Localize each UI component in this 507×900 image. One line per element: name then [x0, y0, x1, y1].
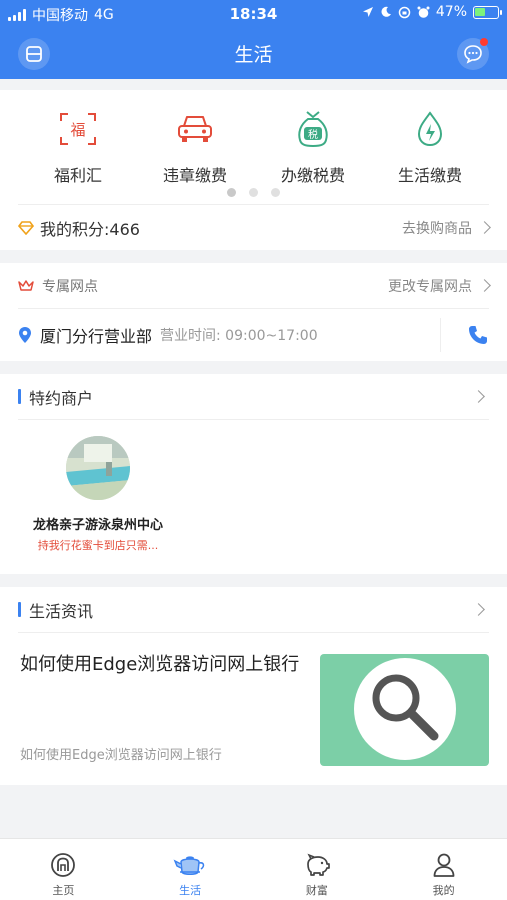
section-accent [18, 602, 21, 617]
tab-label: 财富 [305, 884, 328, 897]
quick-action-label: 办缴税费 [280, 166, 345, 185]
quick-action-label: 违章缴费 [162, 166, 227, 185]
points-row[interactable]: 我的积分:466 去换购商品 [18, 204, 491, 250]
tab-bar: 主页 生活 财富 我的 [0, 838, 507, 900]
news-headline[interactable]: 如何使用Edge浏览器访问网上银行 [20, 651, 300, 679]
merchant-name: 龙格亲子游泳泉州中心 [32, 518, 163, 533]
nav-bar: 生活 [0, 28, 507, 79]
car-icon [178, 116, 212, 142]
piggy-bank-icon [307, 853, 330, 876]
branch-section-title: 专属网点 [42, 278, 98, 295]
quick-action-tax[interactable]: 税 办缴税费 [258, 104, 368, 186]
quick-action-fulihui[interactable]: 福 福利汇 [23, 104, 133, 186]
chevron-right-icon [472, 603, 485, 616]
branch-info-row[interactable]: 厦门分行营业部 营业时间: 09:00~17:00 [18, 310, 489, 360]
page-dot [249, 188, 258, 197]
divider [440, 318, 441, 352]
svg-text:税: 税 [308, 128, 318, 141]
merchants-header[interactable]: 特约商户 [18, 374, 489, 420]
news-card: 生活资讯 如何使用Edge浏览器访问网上银行 如何使用Edge浏览器访问网上银行 [0, 587, 507, 785]
chevron-right-icon [472, 390, 485, 403]
merchant-item[interactable]: 龙格亲子游泳泉州中心 持我行花蜜卡到店只需... [18, 436, 178, 553]
unread-badge [480, 38, 488, 46]
home-icon [51, 853, 76, 877]
crown-icon [18, 280, 34, 291]
teapot-icon [173, 856, 205, 875]
svg-text:福: 福 [70, 121, 85, 139]
quick-action-utilities[interactable]: 生活缴费 [375, 104, 485, 186]
merchant-desc: 持我行花蜜卡到店只需... [37, 539, 159, 552]
branch-hours: 营业时间: 09:00~17:00 [160, 328, 318, 344]
chevron-right-icon [478, 221, 491, 234]
quick-actions-card: 福 福利汇 违章缴费 税 办缴税费 生活缴费 我的积分:466 去换购商品 [0, 90, 507, 250]
page-dot [271, 188, 280, 197]
rotation-lock-icon [398, 6, 411, 18]
diamond-icon [18, 220, 34, 235]
branch-header: 专属网点 更改专属网点 [18, 263, 491, 309]
tab-mine[interactable]: 我的 [380, 839, 507, 900]
branch-card: 专属网点 更改专属网点 厦门分行营业部 营业时间: 09:00~17:00 [0, 263, 507, 361]
phone-icon[interactable] [467, 324, 489, 346]
moon-icon [381, 6, 391, 17]
battery-icon [473, 5, 502, 19]
status-bar: 中国移动 4G 18:34 47% [0, 0, 507, 28]
news-desc: 如何使用Edge浏览器访问网上银行 [20, 748, 222, 763]
chat-bubble-icon [464, 45, 482, 64]
tab-home[interactable]: 主页 [0, 839, 127, 900]
change-branch-link[interactable]: 更改专属网点 [388, 276, 472, 296]
tab-label: 我的 [432, 884, 455, 897]
points-label: 我的积分:466 [40, 219, 140, 239]
water-drop-icon [417, 111, 443, 147]
news-header[interactable]: 生活资讯 [18, 587, 489, 633]
redeem-link[interactable]: 去换购商品 [402, 218, 472, 238]
tax-bag-icon: 税 [298, 111, 328, 148]
news-title: 生活资讯 [29, 601, 94, 621]
person-icon [433, 853, 455, 877]
location-pin-icon [19, 327, 31, 343]
page-title: 生活 [234, 44, 273, 66]
pool-photo-icon [66, 436, 130, 500]
quick-action-traffic-fine[interactable]: 违章缴费 [140, 104, 250, 186]
merchants-title: 特约商户 [29, 388, 94, 408]
merchant-avatar [66, 436, 130, 500]
quick-action-label: 生活缴费 [397, 166, 462, 185]
chevron-right-icon [478, 279, 491, 292]
tab-wealth[interactable]: 财富 [254, 839, 381, 900]
section-accent [18, 389, 21, 404]
page-dot [227, 188, 236, 197]
messages-button[interactable] [457, 38, 489, 70]
tab-label: 主页 [52, 884, 75, 897]
tab-life[interactable]: 生活 [127, 839, 254, 900]
news-thumbnail[interactable] [320, 654, 489, 766]
tab-label: 生活 [179, 884, 202, 897]
alarm-icon [417, 6, 430, 18]
location-icon [362, 7, 373, 17]
magnifier-icon [372, 674, 439, 741]
battery-percent: 47% [435, 4, 467, 20]
header-bar: 中国移动 4G 18:34 47% 生活 [0, 0, 507, 79]
quick-action-label: 福利汇 [53, 166, 102, 185]
page-indicator [0, 188, 507, 197]
merchants-card: 特约商户 龙格亲子游泳泉州中心 持我行花蜜卡到店只需... [0, 374, 507, 574]
branch-name: 厦门分行营业部 [40, 327, 153, 346]
fu-icon: 福 [60, 113, 96, 145]
